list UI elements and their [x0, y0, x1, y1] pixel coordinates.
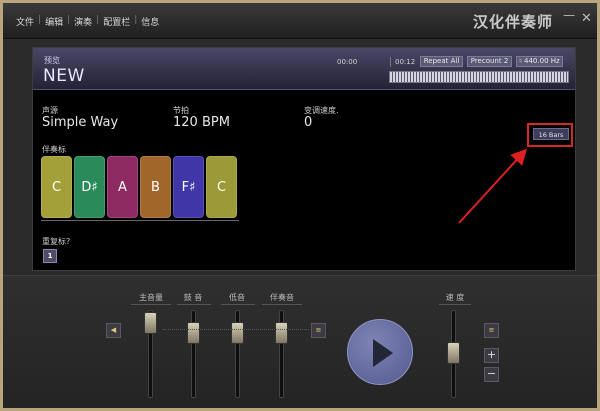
minus-icon[interactable]: − — [484, 367, 499, 382]
label-rule — [439, 304, 471, 305]
menu-edit[interactable]: 编辑 — [42, 15, 66, 28]
accompaniment-knob[interactable] — [275, 322, 288, 344]
master-volume-knob[interactable] — [144, 312, 157, 334]
tempo-fader-label: 速 度 — [445, 293, 465, 302]
chord-name: C — [216, 179, 227, 195]
repeat-label: 重复标? — [42, 237, 71, 246]
accompaniment-label: 伴奏音 — [270, 293, 294, 302]
song-name: NEW — [43, 66, 85, 86]
repeat-count-box[interactable]: 1 — [43, 249, 57, 263]
time-separator — [390, 57, 391, 67]
menu-info[interactable]: 信息 — [138, 15, 162, 28]
menu-file[interactable]: 文件 — [13, 15, 37, 28]
tempo-knob[interactable] — [447, 342, 460, 364]
chord-block[interactable]: B — [140, 156, 171, 218]
chord-name: F♯ — [181, 179, 196, 195]
mixer-panel: 主音量 鼓 音 低音 伴奏音 速 度 ◀ ≡ ≡ + − — [3, 275, 597, 408]
chord-timeline — [41, 220, 239, 221]
chord-block[interactable]: F♯ — [173, 156, 204, 218]
play-icon — [373, 339, 393, 367]
play-button[interactable] — [347, 319, 413, 385]
minimize-button[interactable]: — — [563, 8, 575, 22]
speaker-icon[interactable]: ≡ — [311, 323, 326, 338]
master-volume-label: 主音量 — [139, 293, 163, 302]
song-display-panel: 预览 NEW 00:00 00:12 Repeat All Precount 2… — [32, 47, 576, 271]
plus-icon[interactable]: + — [484, 348, 499, 363]
chord-name: D♯ — [81, 179, 98, 195]
label-rule — [262, 304, 302, 305]
fader-dotted-guide — [163, 329, 309, 330]
chord-strip: C D♯ A B F♯ C — [41, 156, 241, 218]
chord-block[interactable]: A — [107, 156, 138, 218]
title-bar: 文件 | 编辑 | 演奏 | 配置栏 | 信息 汉化伴奏师 — ✕ — [3, 3, 597, 39]
close-button[interactable]: ✕ — [581, 11, 592, 26]
time-end: 00:12 — [395, 58, 416, 66]
label-rule — [177, 304, 211, 305]
menu-play[interactable]: 演奏 — [71, 15, 95, 28]
tempo-value[interactable]: 120 BPM — [173, 115, 230, 130]
source-value[interactable]: Simple Way — [42, 115, 118, 130]
repeat-all-button[interactable]: Repeat All — [420, 56, 463, 67]
app-window: 文件 | 编辑 | 演奏 | 配置栏 | 信息 汉化伴奏师 — ✕ 预览 NEW 00:… — [0, 0, 600, 411]
app-title: 汉化伴奏师 — [473, 13, 554, 31]
chord-block[interactable]: D♯ — [74, 156, 105, 218]
precount-button[interactable]: Precount 2 — [467, 56, 512, 67]
menu-config[interactable]: 配置栏 — [100, 15, 133, 28]
transpose-value[interactable]: 0 — [304, 115, 312, 130]
menu-bar: 文件 | 编辑 | 演奏 | 配置栏 | 信息 — [13, 15, 162, 28]
time-start: 00:00 — [337, 58, 358, 66]
label-rule — [131, 304, 171, 305]
speaker-icon[interactable]: ◀ — [106, 323, 121, 338]
chord-block[interactable]: C — [41, 156, 72, 218]
chord-name: B — [151, 179, 160, 195]
chord-name: A — [118, 179, 127, 195]
chord-block[interactable]: C — [206, 156, 237, 218]
piano-keyboard — [389, 71, 569, 83]
display-header: 预览 NEW 00:00 00:12 Repeat All Precount 2… — [33, 48, 575, 90]
label-rule — [221, 304, 255, 305]
speaker-icon[interactable]: ≡ — [484, 323, 499, 338]
tuning-button[interactable]: ♮ 440.00 Hz — [516, 56, 563, 67]
chord-name: C — [51, 179, 62, 195]
drums-knob[interactable] — [187, 322, 200, 344]
drums-label: 鼓 音 — [183, 293, 203, 302]
chords-label: 伴奏标 — [42, 145, 66, 154]
red-highlight-box — [527, 123, 573, 147]
bass-knob[interactable] — [231, 322, 244, 344]
section-label: 预览 — [44, 56, 60, 65]
bass-label: 低音 — [229, 293, 245, 302]
